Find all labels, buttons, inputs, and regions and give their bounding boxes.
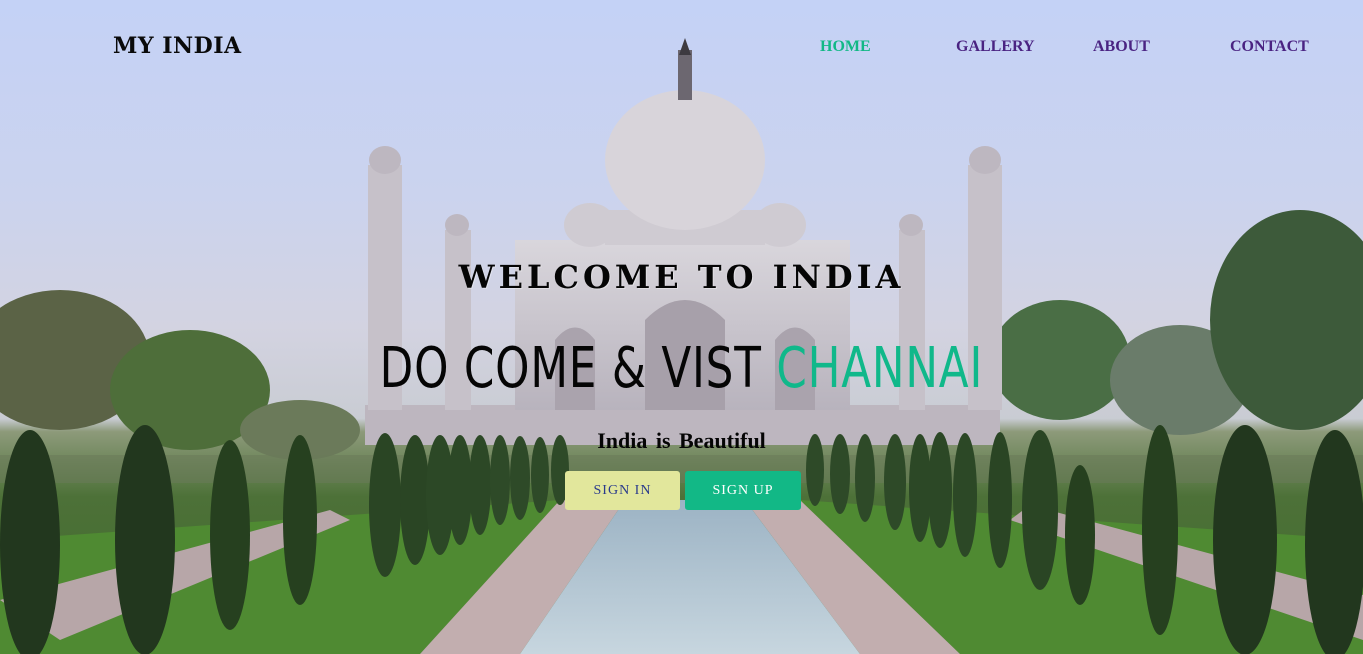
- nav-home-link[interactable]: HOME: [820, 38, 871, 56]
- subtitle-text: India is Beautiful: [597, 428, 766, 453]
- taj-mahal-background-image: [0, 38, 1363, 654]
- welcome-heading: WELCOME TO INDIA: [458, 258, 905, 296]
- nav-about-link[interactable]: ABOUT: [1093, 38, 1150, 56]
- brand-logo[interactable]: MY INDIA: [113, 33, 242, 59]
- tagline-heading: DO COME & VIST CHANNAI: [150, 336, 1213, 401]
- nav-contact-link[interactable]: CONTACT: [1230, 38, 1309, 56]
- nav-gallery-link[interactable]: GALLERY: [956, 38, 1035, 56]
- tagline-accent-text: CHANNAI: [776, 336, 984, 401]
- tagline-main-text: DO COME & VIST: [379, 336, 777, 401]
- hero-section: [0, 0, 1363, 654]
- sign-up-button[interactable]: SIGN UP: [685, 471, 801, 510]
- sign-in-button[interactable]: SIGN IN: [565, 471, 680, 510]
